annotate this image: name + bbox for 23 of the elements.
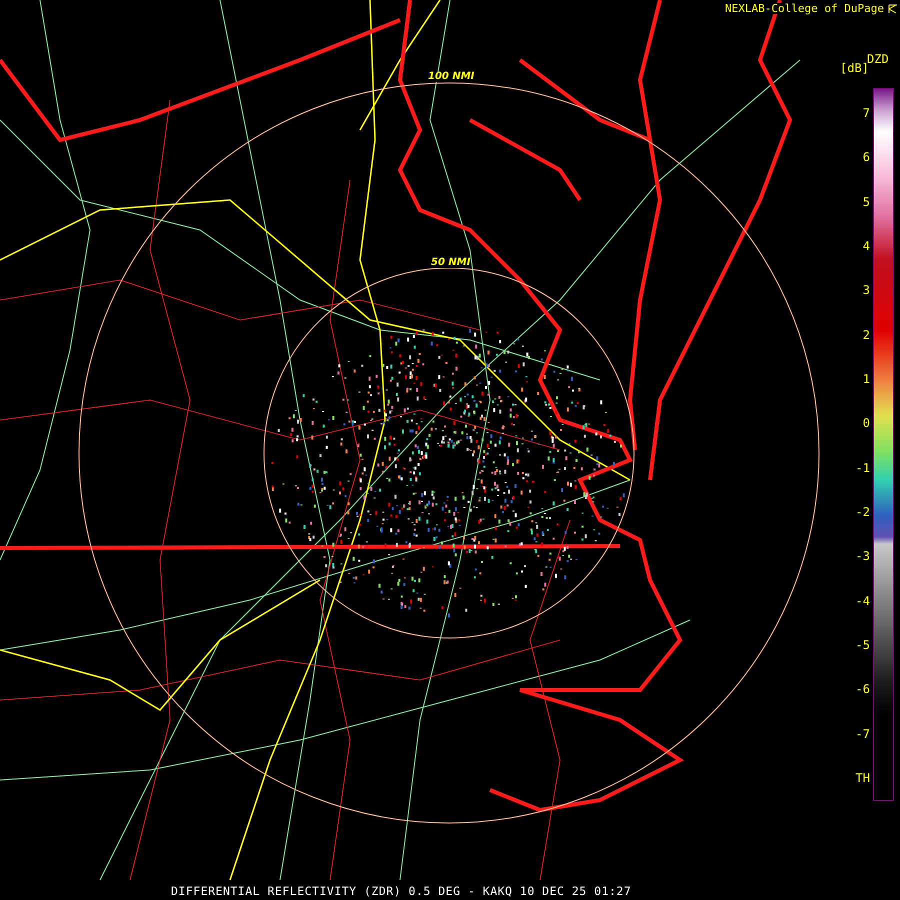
scale-label: -1 — [856, 460, 870, 476]
scale-label: 2 — [862, 326, 870, 343]
scale-label: 7 — [862, 105, 870, 121]
range-ring-label: 100 NMI — [428, 72, 474, 82]
scale-label: 3 — [862, 282, 870, 298]
scale-label: 4 — [862, 238, 870, 254]
scale-label: TH — [856, 770, 870, 786]
scale-label: 6 — [862, 149, 870, 166]
product-caption: DIFFERENTIAL REFLECTIVITY (ZDR) 0.5 DEG - KAKQ 10 DEC 25 01:27 — [171, 886, 632, 898]
scale-label: -7 — [856, 726, 870, 742]
range-ring-label: 50 NMI — [431, 258, 470, 268]
scale-label: 1 — [862, 370, 870, 387]
scale-label: -4 — [856, 592, 870, 609]
legend-product: DZD — [867, 53, 889, 65]
nexlab-logo-icon — [888, 4, 898, 14]
legend-unit: [dB] — [840, 62, 869, 74]
scale-label: -5 — [856, 636, 870, 653]
scale-label: -6 — [856, 681, 870, 698]
scale-label: 0 — [862, 415, 870, 432]
scale-label: -2 — [856, 504, 870, 520]
scale-label: 5 — [862, 194, 870, 210]
scale-label: -3 — [856, 548, 870, 564]
credit-text: NEXLAB-College of DuPage — [725, 3, 884, 14]
